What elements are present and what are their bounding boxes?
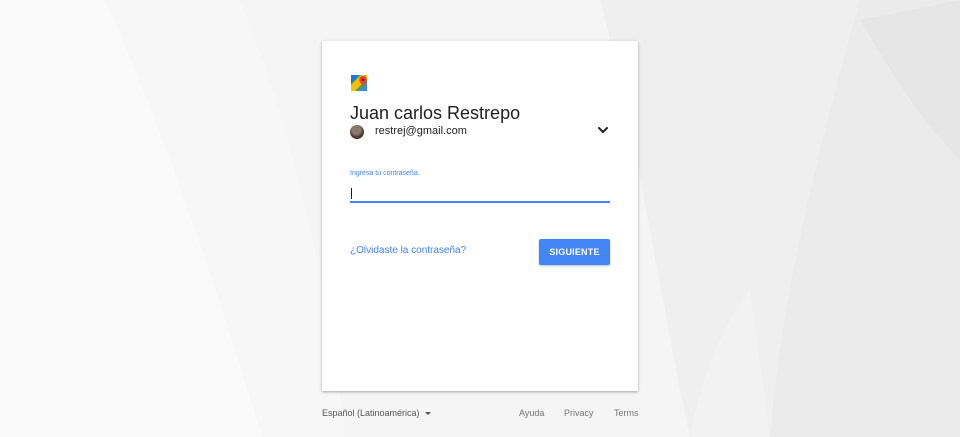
text-cursor: [351, 188, 352, 199]
dropdown-arrow-icon: [424, 412, 431, 416]
next-button[interactable]: SIGUIENTE: [539, 239, 610, 265]
signin-card: Juan carlos Restrepo restrej@gmail.com I…: [322, 41, 638, 391]
account-name: Juan carlos Restrepo: [350, 103, 521, 123]
language-label: Español (Latinoamérica): [322, 408, 420, 418]
footer-link-privacy[interactable]: Privacy: [564, 408, 594, 418]
account-switcher[interactable]: restrej@gmail.com: [350, 123, 610, 143]
footer-link-help[interactable]: Ayuda: [519, 408, 544, 418]
avatar: [350, 125, 364, 139]
language-selector[interactable]: Español (Latinoamérica): [322, 408, 431, 420]
forgot-password-link[interactable]: ¿Olvidaste la contraseña?: [350, 245, 466, 256]
footer-link-terms[interactable]: Terms: [614, 408, 639, 418]
password-input[interactable]: [350, 184, 610, 203]
google-maps-icon: [351, 75, 367, 91]
password-label: Ingresa tu contraseña.: [350, 170, 420, 177]
chevron-down-icon[interactable]: [596, 123, 610, 137]
account-email: restrej@gmail.com: [375, 125, 467, 137]
